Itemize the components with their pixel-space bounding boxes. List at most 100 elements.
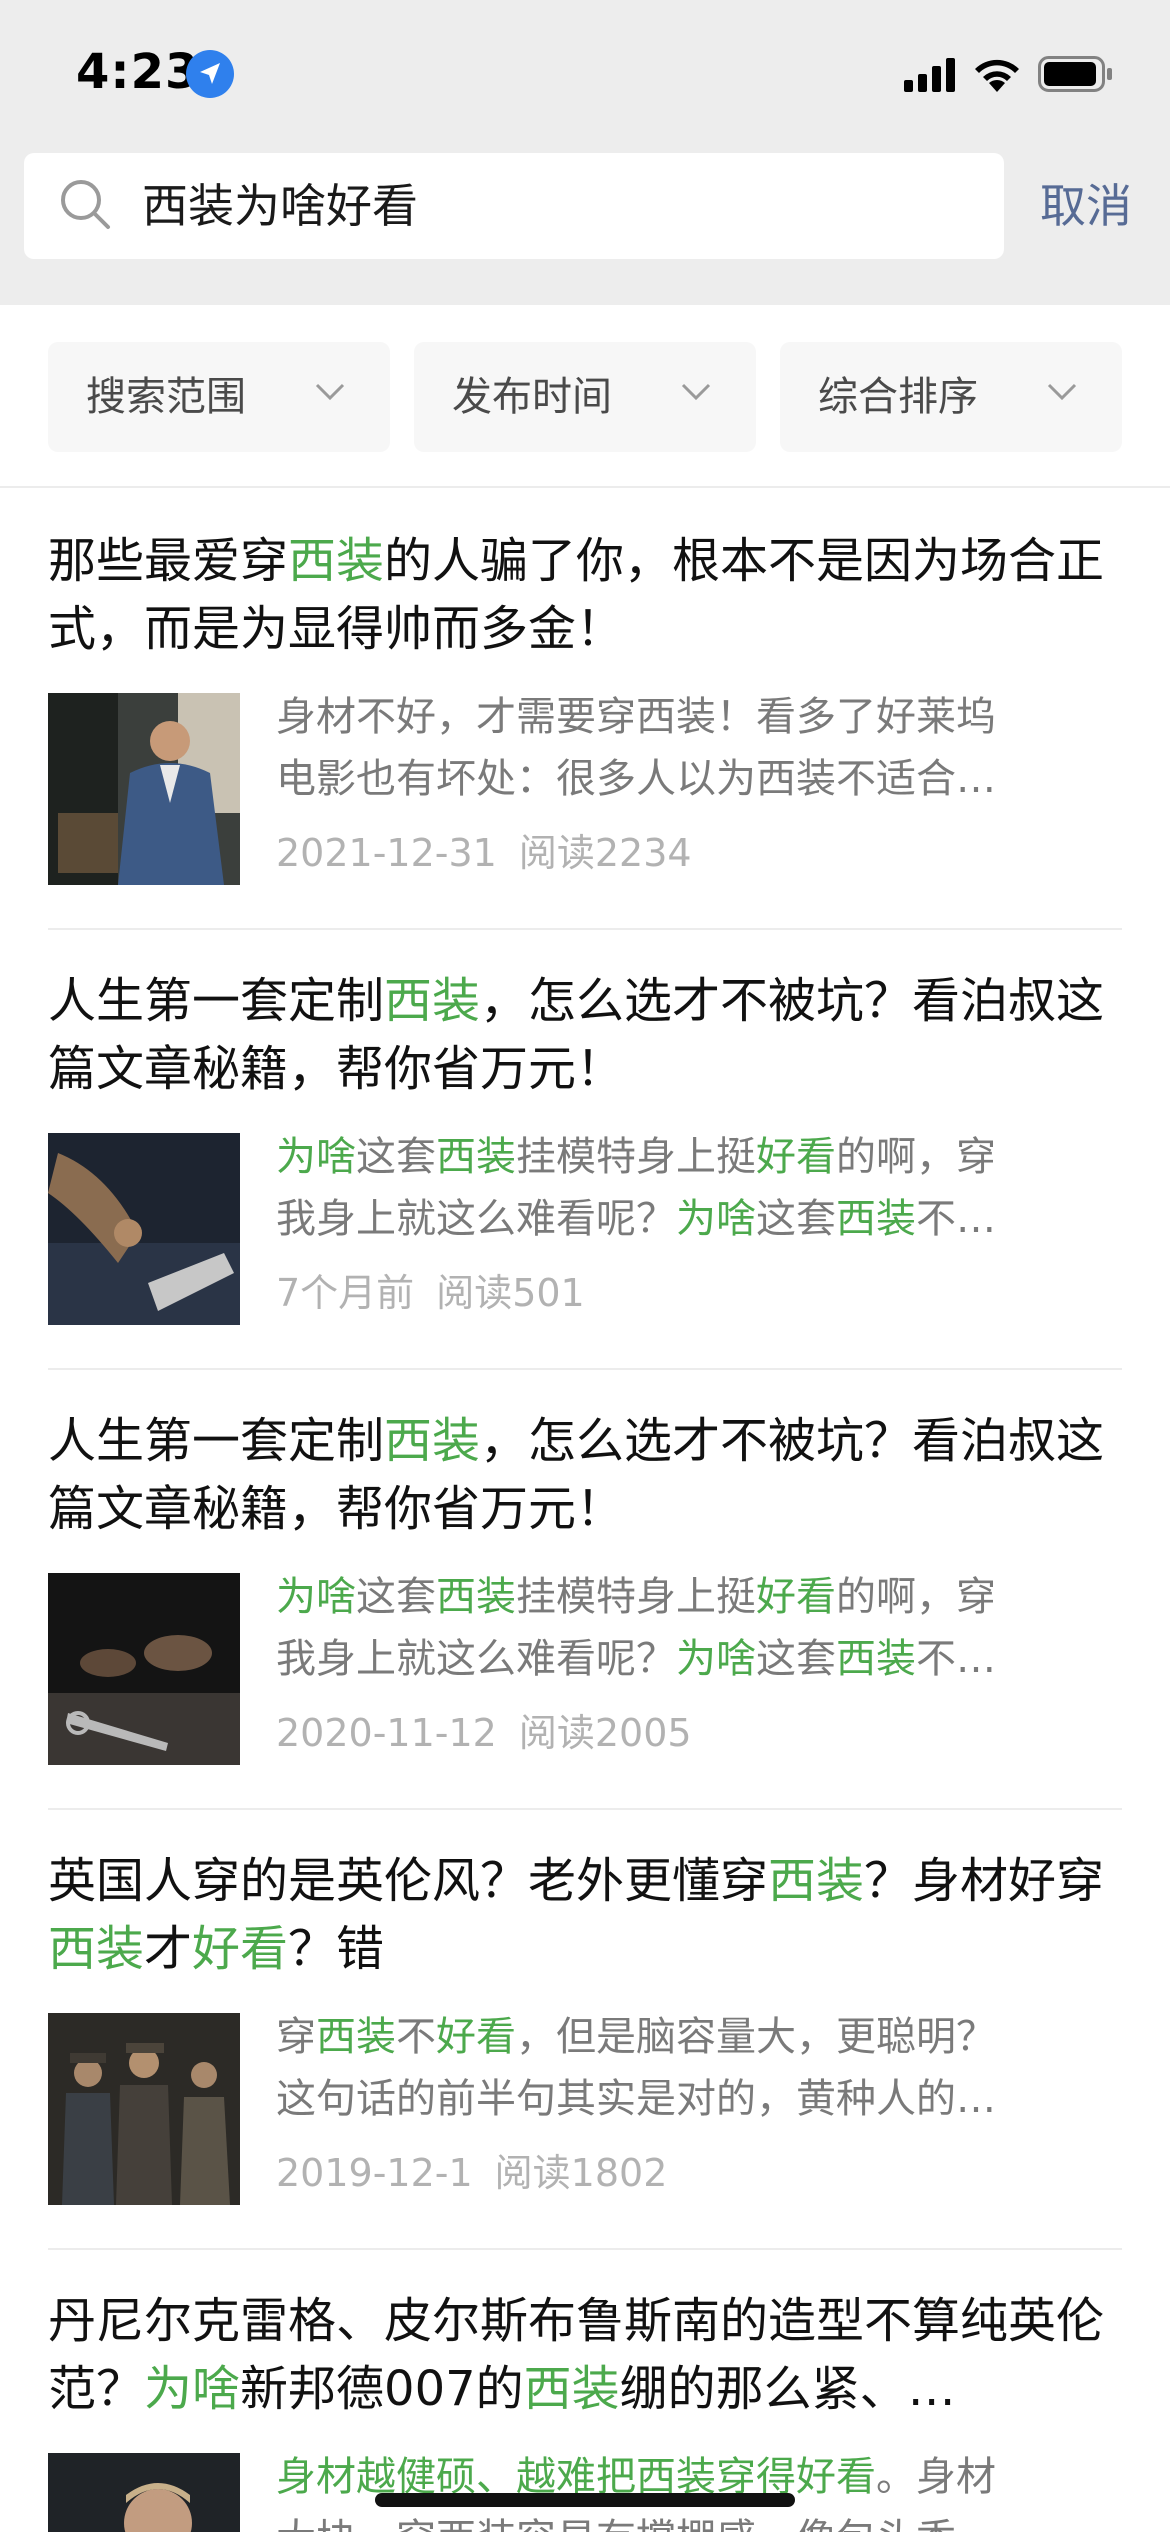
- highlighted-keyword: 西装: [316, 2014, 396, 2060]
- text-segment: ？错: [288, 1921, 385, 1977]
- result-thumbnail: [48, 1133, 240, 1325]
- result-reads: 阅读501: [436, 1271, 585, 1315]
- filter-label: 综合排序: [818, 374, 978, 420]
- battery-icon: [1038, 56, 1112, 92]
- wifi-icon: [975, 59, 1019, 92]
- result-item[interactable]: 人生第一套定制西装，怎么选才不被坑？看泊叔这篇文章秘籍，帮你省万元！ 为啥这套西…: [48, 930, 1122, 1370]
- highlighted-keyword: 好看: [192, 1921, 289, 1977]
- status-bar: 4:23: [0, 0, 1170, 150]
- text-segment: 人生第一套定制: [48, 973, 385, 1029]
- highlighted-keyword: 西装: [48, 1921, 145, 1977]
- result-thumbnail: [48, 2453, 240, 2532]
- text-segment: 身材不好，才需要穿西装！看多了好莱坞: [276, 694, 996, 740]
- location-arrow-icon: [186, 50, 234, 98]
- text-segment: 电影也有坏处：很多人以为西装不适合…: [276, 756, 996, 802]
- result-title: 人生第一套定制西装，怎么选才不被坑？看泊叔这篇文章秘籍，帮你省万元！: [48, 1407, 1122, 1543]
- result-snippet: 身材越健硕、越难把西装穿得好看。身材大块…穿西装容易有撑棚感，像包头香…: [276, 2446, 1122, 2532]
- text-segment: 不…: [916, 1196, 996, 1242]
- chevron-down-icon: [681, 383, 711, 401]
- filter-sort-order[interactable]: 综合排序: [780, 342, 1122, 452]
- result-reads: 阅读1802: [494, 2151, 668, 2195]
- result-item[interactable]: 人生第一套定制西装，怎么选才不被坑？看泊叔这篇文章秘籍，帮你省万元！ 为啥这套西…: [48, 1370, 1122, 1810]
- result-thumbnail: [48, 2013, 240, 2205]
- text-segment: 这套: [756, 1636, 836, 1682]
- highlighted-keyword: 西装: [768, 1853, 865, 1909]
- search-header: 4:23 取消: [0, 0, 1170, 305]
- text-segment: 挂模特身上挺: [516, 1134, 756, 1180]
- text-segment: 这套: [356, 1134, 436, 1180]
- snippet-line: 为啥这套西装挂模特身上挺好看的啊，穿: [276, 1566, 1122, 1628]
- text-segment: 的啊，穿: [836, 1574, 996, 1620]
- text-segment: 这句话的前半句其实是对的，黄种人的…: [276, 2076, 996, 2122]
- chevron-down-icon: [315, 383, 345, 401]
- cancel-button[interactable]: 取消: [1040, 168, 1132, 244]
- text-segment: 这套: [756, 1196, 836, 1242]
- search-bar[interactable]: [24, 153, 1004, 259]
- highlighted-keyword: 西装: [436, 1574, 516, 1620]
- filter-search-scope[interactable]: 搜索范围: [48, 342, 390, 452]
- result-meta: 2020-11-12 阅读2005: [276, 1703, 692, 1763]
- highlighted-keyword: 为啥: [276, 1134, 356, 1180]
- result-date: 2021-12-31: [276, 831, 497, 875]
- result-snippet: 为啥这套西装挂模特身上挺好看的啊，穿 我身上就这么难看呢？为啥这套西装不…: [276, 1126, 1122, 1250]
- text-segment: 这套: [356, 1574, 436, 1620]
- result-snippet: 穿西装不好看，但是脑容量大，更聪明？ 这句话的前半句其实是对的，黄种人的…: [276, 2006, 1122, 2130]
- result-meta: 7个月前 阅读501: [276, 1263, 585, 1323]
- highlighted-keyword: 好看: [436, 2014, 516, 2060]
- highlighted-keyword: 西装: [288, 533, 385, 589]
- highlighted-keyword: 为啥: [276, 1574, 356, 1620]
- result-title: 英国人穿的是英伦风？老外更懂穿西装？身材好穿西装才好看？错: [48, 1847, 1122, 1983]
- text-segment: 新邦德007的: [240, 2361, 524, 2417]
- filter-bar: 搜索范围 发布时间 综合排序: [0, 305, 1170, 488]
- highlighted-keyword: 西装: [836, 1196, 916, 1242]
- result-date: 2020-11-12: [276, 1711, 497, 1755]
- snippet-line: 我身上就这么难看呢？为啥这套西装不…: [276, 1188, 1122, 1250]
- highlighted-keyword: 为啥: [676, 1196, 756, 1242]
- highlighted-keyword: 为啥: [676, 1636, 756, 1682]
- text-segment: 挂模特身上挺: [516, 1574, 756, 1620]
- filter-label: 发布时间: [452, 374, 612, 420]
- snippet-line: 为啥这套西装挂模特身上挺好看的啊，穿: [276, 1126, 1122, 1188]
- text-segment: 不…: [916, 1636, 996, 1682]
- highlighted-keyword: 西装: [436, 1134, 516, 1180]
- text-segment: 那些最爱穿: [48, 533, 289, 589]
- text-segment: ，但是脑容量大，更聪明？: [516, 2014, 996, 2060]
- snippet-line: 大块…穿西装容易有撑棚感，像包头香…: [276, 2508, 1122, 2532]
- filter-publish-time[interactable]: 发布时间: [414, 342, 756, 452]
- result-thumbnail: [48, 693, 240, 885]
- result-item[interactable]: 那些最爱穿西装的人骗了你，根本不是因为场合正式，而是为显得帅而多金！ 身材不好，…: [48, 490, 1122, 930]
- search-input[interactable]: [142, 153, 982, 259]
- highlighted-keyword: 西装: [523, 2361, 620, 2417]
- highlighted-keyword: 西装: [384, 973, 481, 1029]
- snippet-line: 身材不好，才需要穿西装！看多了好莱坞: [276, 686, 1122, 748]
- result-date: 2019-12-1: [276, 2151, 473, 2195]
- result-item[interactable]: 丹尼尔克雷格、皮尔斯布鲁斯南的造型不算纯英伦范？为啥新邦德007的西装绷的那么紧…: [48, 2250, 1122, 2532]
- result-title: 人生第一套定制西装，怎么选才不被坑？看泊叔这篇文章秘籍，帮你省万元！: [48, 967, 1122, 1103]
- result-title: 那些最爱穿西装的人骗了你，根本不是因为场合正式，而是为显得帅而多金！: [48, 527, 1122, 663]
- result-meta: 2019-12-1 阅读1802: [276, 2143, 667, 2203]
- result-reads: 阅读2005: [518, 1711, 692, 1755]
- snippet-line: 电影也有坏处：很多人以为西装不适合…: [276, 748, 1122, 810]
- text-segment: 穿: [276, 2014, 316, 2060]
- status-time: 4:23: [76, 44, 200, 100]
- text-segment: 英国人穿的是英伦风？老外更懂穿: [48, 1853, 769, 1909]
- result-title: 丹尼尔克雷格、皮尔斯布鲁斯南的造型不算纯英伦范？为啥新邦德007的西装绷的那么紧…: [48, 2287, 1122, 2423]
- result-reads: 阅读2234: [518, 831, 692, 875]
- highlighted-keyword: 西装: [384, 1413, 481, 1469]
- highlighted-keyword: 好看: [756, 1574, 836, 1620]
- result-item[interactable]: 英国人穿的是英伦风？老外更懂穿西装？身材好穿西装才好看？错 穿西装不好看，但是脑…: [48, 1810, 1122, 2250]
- text-segment: ？身材好穿: [864, 1853, 1105, 1909]
- result-snippet: 为啥这套西装挂模特身上挺好看的啊，穿 我身上就这么难看呢？为啥这套西装不…: [276, 1566, 1122, 1690]
- filter-label: 搜索范围: [86, 374, 246, 420]
- text-segment: 不: [396, 2014, 436, 2060]
- home-indicator: [375, 2493, 795, 2507]
- text-segment: 人生第一套定制: [48, 1413, 385, 1469]
- text-segment: 我身上就这么难看呢？: [276, 1196, 676, 1242]
- result-thumbnail: [48, 1573, 240, 1765]
- text-segment: 绷的那么紧、…: [619, 2361, 956, 2417]
- highlighted-keyword: 西装: [836, 1636, 916, 1682]
- search-icon: [61, 180, 110, 229]
- result-date: 7个月前: [276, 1271, 415, 1315]
- text-segment: 的啊，穿: [836, 1134, 996, 1180]
- result-snippet: 身材不好，才需要穿西装！看多了好莱坞 电影也有坏处：很多人以为西装不适合…: [276, 686, 1122, 810]
